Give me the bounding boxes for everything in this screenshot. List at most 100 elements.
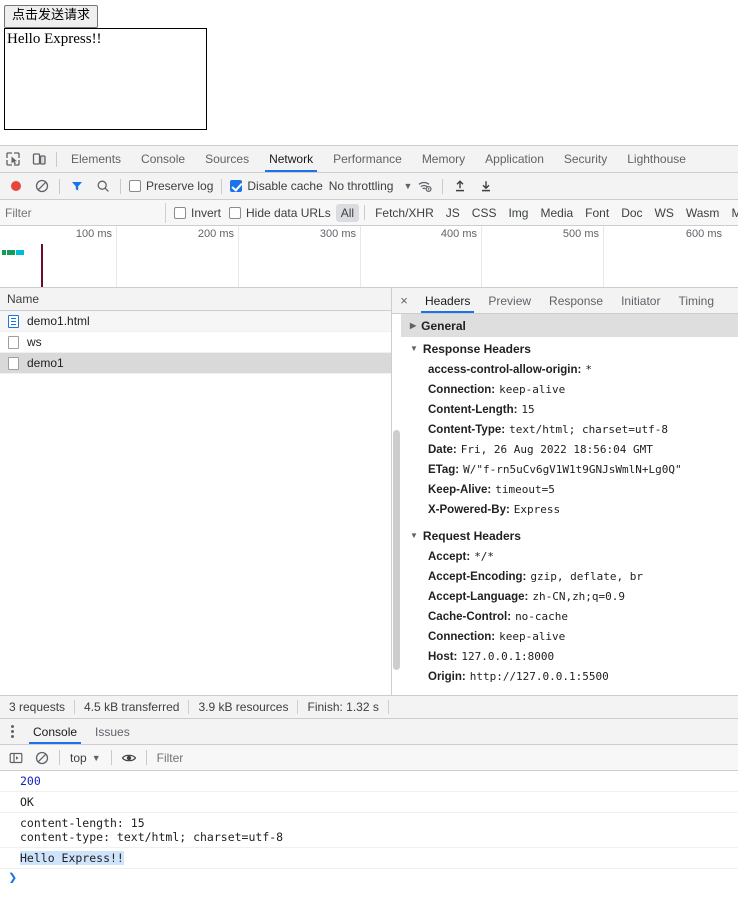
tab-initiator[interactable]: Initiator	[612, 288, 669, 313]
header-name: Date:	[428, 442, 457, 458]
request-list-pane: Name demo1.html ws demo1	[0, 288, 392, 695]
header-value: */*	[474, 549, 494, 565]
tab-response[interactable]: Response	[540, 288, 612, 313]
filter-type-fetch-xhr[interactable]: Fetch/XHR	[370, 204, 439, 222]
overview-tick-label: 200 ms	[198, 228, 234, 240]
header-name: Content-Type:	[428, 422, 505, 438]
overview-tick-label: 300 ms	[320, 228, 356, 240]
close-icon[interactable]: ×	[392, 289, 416, 313]
filter-funnel-icon[interactable]	[64, 174, 90, 198]
throttling-select[interactable]: No throttling ▼	[329, 179, 413, 193]
hide-data-urls-checkbox[interactable]: Hide data URLs	[229, 206, 331, 220]
header-row: ETag: W/"f-rn5uCv6gV1W1t9GNJsWmlN+Lg0Q"	[401, 460, 738, 480]
header-row: Keep-Alive: timeout=5	[401, 480, 738, 500]
devtools-panel: Elements Console Sources Network Perform…	[0, 145, 738, 898]
filter-type-all[interactable]: All	[336, 204, 359, 222]
filter-type-ws[interactable]: WS	[650, 204, 679, 222]
network-status-wrap: 3 requests 4.5 kB transferred 3.9 kB res…	[0, 695, 738, 719]
status-bar-filler	[392, 695, 738, 719]
device-toolbar-icon[interactable]	[26, 147, 52, 171]
filter-type-font[interactable]: Font	[580, 204, 614, 222]
header-name: Accept:	[428, 549, 470, 565]
table-row[interactable]: demo1.html	[0, 311, 391, 332]
tab-timing[interactable]: Timing	[669, 288, 723, 313]
document-icon	[7, 315, 20, 328]
network-overview[interactable]: 100 ms 200 ms 300 ms 400 ms 500 ms 600 m…	[0, 226, 738, 288]
header-name: ETag:	[428, 462, 459, 478]
overview-bar	[2, 250, 6, 255]
console-filter-input[interactable]	[155, 748, 735, 768]
section-request-headers[interactable]: ▼ Request Headers	[401, 524, 738, 547]
preserve-log-label: Preserve log	[146, 179, 213, 193]
import-har-icon[interactable]	[447, 174, 473, 198]
clear-button[interactable]	[29, 174, 55, 198]
header-row: Origin: http://127.0.0.1:5500	[401, 667, 738, 687]
filter-type-wasm[interactable]: Wasm	[681, 204, 725, 222]
tab-security[interactable]: Security	[554, 146, 617, 172]
network-conditions-icon[interactable]	[412, 174, 438, 198]
filter-type-doc[interactable]: Doc	[616, 204, 647, 222]
chevron-right-icon: ▶	[410, 321, 416, 330]
network-toolbar: Preserve log Disable cache No throttling…	[0, 173, 738, 200]
headers-body: ▶ General ▼ Response Headers access-cont…	[392, 314, 738, 695]
header-value: zh-CN,zh;q=0.9	[532, 589, 625, 605]
execution-context-select[interactable]: top ▼	[64, 751, 107, 765]
generic-file-icon	[7, 336, 20, 349]
live-expression-icon[interactable]	[116, 746, 142, 770]
tab-application[interactable]: Application	[475, 146, 554, 172]
invert-checkbox[interactable]: Invert	[174, 206, 221, 220]
drawer-tab-console[interactable]: Console	[24, 719, 86, 744]
tab-headers[interactable]: Headers	[416, 288, 479, 313]
tab-memory[interactable]: Memory	[412, 146, 475, 172]
filter-type-css[interactable]: CSS	[467, 204, 502, 222]
hide-data-urls-box	[229, 207, 241, 219]
filter-type-media[interactable]: Media	[535, 204, 578, 222]
preserve-log-checkbox[interactable]: Preserve log	[129, 179, 213, 193]
console-prompt[interactable]: ❯	[0, 869, 738, 883]
header-row: Host: 127.0.0.1:8000	[401, 647, 738, 667]
overview-event-line	[41, 244, 43, 288]
search-icon[interactable]	[90, 174, 116, 198]
header-row: Date: Fri, 26 Aug 2022 18:56:04 GMT	[401, 440, 738, 460]
header-name: Connection:	[428, 629, 495, 645]
record-button[interactable]	[3, 174, 29, 198]
more-options-icon[interactable]	[0, 720, 24, 744]
disable-cache-box	[230, 180, 242, 192]
overview-bar	[7, 250, 15, 255]
tab-sources[interactable]: Sources	[195, 146, 259, 172]
devtools-tabbar: Elements Console Sources Network Perform…	[0, 146, 738, 173]
drawer-tab-issues[interactable]: Issues	[86, 719, 139, 744]
disable-cache-checkbox[interactable]: Disable cache	[230, 179, 322, 193]
overview-tick: 200 ms	[117, 226, 239, 288]
scrollbar-thumb[interactable]	[393, 430, 400, 670]
details-scrollbar[interactable]	[392, 314, 401, 695]
console-sidebar-icon[interactable]	[3, 746, 29, 770]
header-name: Cache-Control:	[428, 609, 511, 625]
header-row: X-Powered-By: Express	[401, 500, 738, 520]
overview-tick: 300 ms	[239, 226, 361, 288]
section-response-headers[interactable]: ▼ Response Headers	[401, 337, 738, 360]
clear-console-icon[interactable]	[29, 746, 55, 770]
filter-input[interactable]	[3, 203, 166, 223]
response-result-text: Hello Express!!	[5, 29, 206, 48]
tab-network[interactable]: Network	[259, 146, 323, 172]
tab-elements[interactable]: Elements	[61, 146, 131, 172]
tab-preview[interactable]: Preview	[479, 288, 540, 313]
filter-type-manifest[interactable]: Manif	[726, 204, 738, 222]
inspect-element-icon[interactable]	[0, 147, 26, 171]
tab-lighthouse[interactable]: Lighthouse	[617, 146, 696, 172]
tab-console[interactable]: Console	[131, 146, 195, 172]
table-row[interactable]: ws	[0, 332, 391, 353]
table-row[interactable]: demo1	[0, 353, 391, 374]
console-toolbar: top ▼	[0, 745, 738, 771]
filter-type-img[interactable]: Img	[503, 204, 533, 222]
console-message-highlight: Hello Express!!	[20, 851, 124, 865]
header-value: 127.0.0.1:8000	[461, 649, 554, 665]
send-request-button[interactable]: 点击发送请求	[4, 5, 98, 28]
export-har-icon[interactable]	[473, 174, 499, 198]
requests-column-header[interactable]: Name	[0, 288, 391, 311]
filter-type-js[interactable]: JS	[441, 204, 465, 222]
header-row: Connection: keep-alive	[401, 380, 738, 400]
tab-performance[interactable]: Performance	[323, 146, 412, 172]
section-general[interactable]: ▶ General	[401, 314, 738, 337]
